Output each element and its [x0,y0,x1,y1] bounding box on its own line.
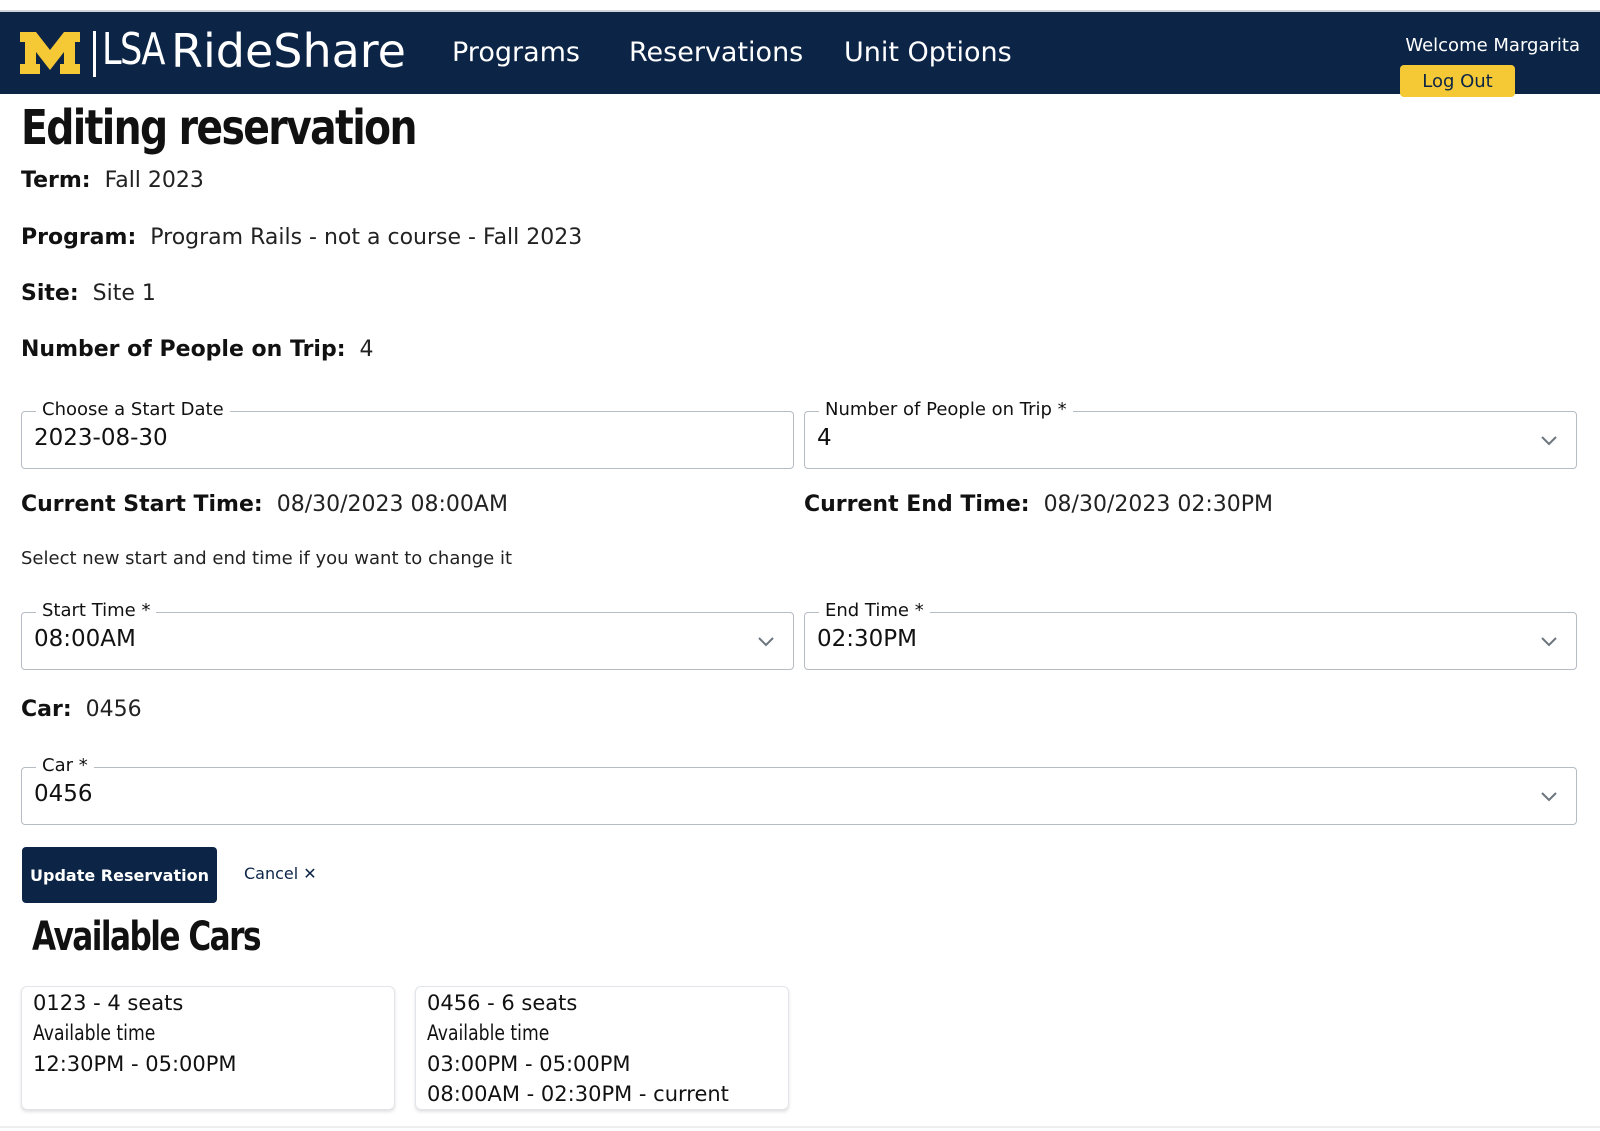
current-end-row: Current End Time: 08/30/2023 02:30PM [804,492,1273,517]
current-start-label: Current Start Time: [21,492,263,517]
time-slot: 03:00PM - 05:00PM [427,1052,631,1076]
available-cars-title: Available Cars [32,914,262,960]
browser-top-edge [0,0,1600,12]
chevron-down-icon[interactable] [1540,789,1558,803]
available-time-label: Available time [427,1021,550,1045]
end-time-value[interactable]: 02:30PM [817,626,917,652]
chevron-down-icon[interactable] [1540,433,1558,447]
start-date-field[interactable]: Choose a Start Date 2023-08-30 [21,399,794,469]
people-row: Number of People on Trip: 4 [21,337,374,362]
program-row: Program: Program Rails - not a course - F… [21,225,582,250]
car-card-title: 0123 - 4 seats [33,991,184,1015]
current-end-value: 08/30/2023 02:30PM [1043,492,1274,517]
time-slot-list: 03:00PM - 05:00PM 08:00AM - 02:30PM - cu… [427,1049,729,1109]
current-start-value: 08/30/2023 08:00AM [276,492,508,517]
car-label: Car: [21,697,72,722]
term-label: Term: [21,168,91,193]
nav-reservations[interactable]: Reservations [629,37,803,68]
chevron-down-icon[interactable] [757,634,775,648]
car-card-0123: 0123 - 4 seats Available time 12:30PM - … [21,986,395,1110]
car-card-title: 0456 - 6 seats [427,991,578,1015]
current-start-row: Current Start Time: 08/30/2023 08:00AM [21,492,508,517]
term-row: Term: Fall 2023 [21,168,204,193]
start-time-label: Start Time * [36,600,157,621]
change-time-hint: Select new start and end time if you wan… [21,548,513,569]
app-name[interactable]: RideShare [171,24,406,78]
car-card-0456: 0456 - 6 seats Available time 03:00PM - … [415,986,789,1110]
people-label: Number of People on Trip: [21,337,346,362]
page-bottom-divider [0,1126,1600,1128]
car-value: 0456 [85,697,142,722]
people-value: 4 [359,337,374,362]
top-navbar: LSA RideShare Programs Reservations Unit… [0,12,1600,97]
start-time-select[interactable]: Start Time * 08:00AM [21,600,794,670]
site-row: Site: Site 1 [21,281,156,306]
car-select-value[interactable]: 0456 [34,781,93,807]
block-m-logo-icon[interactable] [20,32,80,74]
nav-unit-options[interactable]: Unit Options [844,37,1012,68]
nav-programs[interactable]: Programs [452,37,580,68]
car-select[interactable]: Car * 0456 [21,755,1577,825]
site-label: Site: [21,281,79,306]
logout-button[interactable]: Log Out [1400,65,1515,97]
page-title: Editing reservation [21,100,417,156]
start-time-value[interactable]: 08:00AM [34,626,136,652]
program-value: Program Rails - not a course - Fall 2023 [150,225,583,250]
chevron-down-icon[interactable] [1540,634,1558,648]
start-date-label: Choose a Start Date [36,399,230,420]
site-value: Site 1 [92,281,156,306]
current-end-label: Current End Time: [804,492,1030,517]
cancel-link[interactable]: Cancel ✕ [244,864,317,883]
car-select-label: Car * [36,755,94,776]
people-select-label: Number of People on Trip * [819,399,1073,420]
logo-divider [93,31,96,77]
start-date-value[interactable]: 2023-08-30 [34,425,168,451]
time-slot: 12:30PM - 05:00PM [33,1052,237,1076]
welcome-text: Welcome Margarita [1405,35,1580,56]
update-reservation-button[interactable]: Update Reservation [22,847,217,903]
people-select[interactable]: Number of People on Trip * 4 [804,399,1577,469]
end-time-label: End Time * [819,600,930,621]
people-select-value[interactable]: 4 [817,425,832,451]
time-slot: 08:00AM - 02:30PM - current [427,1082,729,1106]
end-time-select[interactable]: End Time * 02:30PM [804,600,1577,670]
car-row: Car: 0456 [21,697,142,722]
time-slot-list: 12:30PM - 05:00PM [33,1049,237,1079]
available-time-label: Available time [33,1021,156,1045]
lsa-logo-text[interactable]: LSA [102,24,165,75]
term-value: Fall 2023 [104,168,204,193]
program-label: Program: [21,225,137,250]
